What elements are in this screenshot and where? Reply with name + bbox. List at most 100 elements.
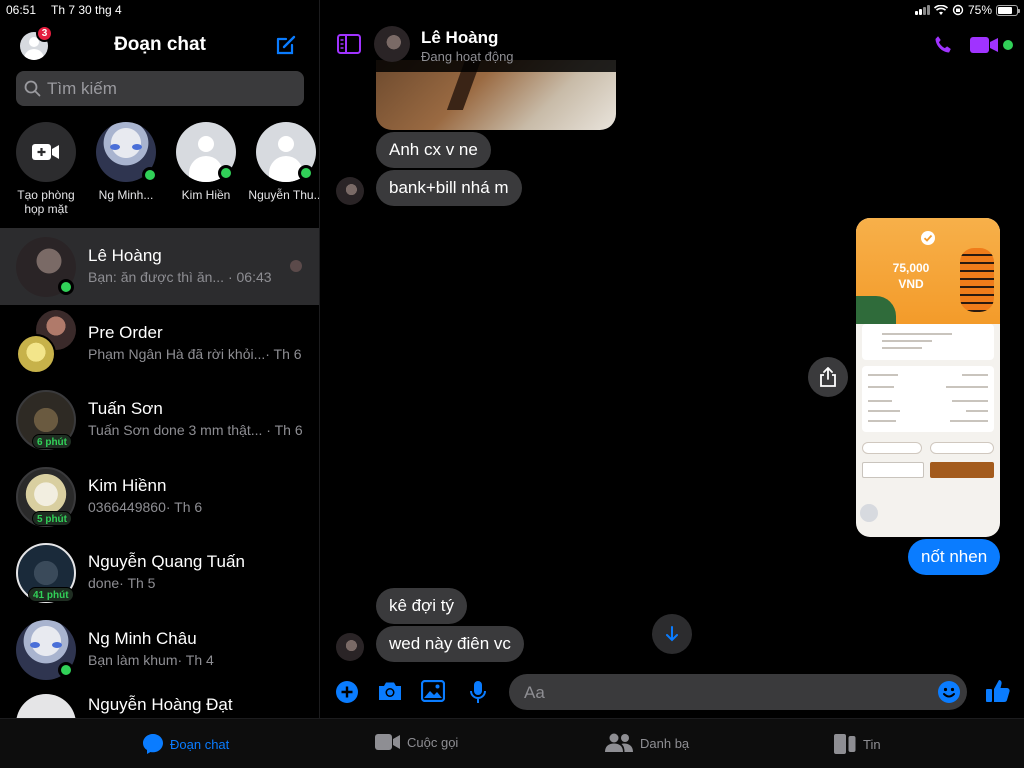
phone-call-icon[interactable]: [932, 34, 954, 56]
video-call-icon[interactable]: [970, 35, 1000, 55]
tab-calls[interactable]: Cuộc gọi: [375, 733, 458, 751]
signal-icon: [914, 5, 930, 15]
sidebar-toggle-icon[interactable]: [337, 34, 361, 54]
contact-status: Đang hoạt động: [421, 49, 514, 64]
message-composer: Aa: [321, 670, 1024, 716]
conversation-preview: Phạm Ngân Hà đã rời khỏi...· Th 6: [88, 345, 302, 362]
conversation-name: Lê Hoàng: [88, 246, 162, 265]
arrow-down-icon: [666, 626, 678, 642]
online-indicator: [142, 167, 158, 183]
online-indicator: [1003, 40, 1013, 50]
microphone-icon[interactable]: [469, 680, 487, 704]
status-bar: 06:51 Th 7 30 thg 4 75%: [0, 0, 1024, 20]
message-placeholder: Aa: [524, 683, 545, 702]
contact-avatar[interactable]: [374, 26, 410, 62]
receipt-save-recipient-button: [862, 442, 922, 454]
conversation-preview: done· Th 5: [88, 575, 156, 591]
status-time: 06:51: [6, 3, 37, 17]
chat-bubble-icon: [143, 734, 163, 754]
conversation-item[interactable]: Pre Order Phạm Ngân Hà đã rời khỏi...· T…: [0, 305, 319, 382]
chat-header: Lê Hoàng Đang hoạt động: [321, 20, 1024, 72]
story-label: Nguyễn Thu...: [248, 188, 320, 202]
conversation-name: Pre Order: [88, 322, 163, 342]
tab-label: Tin: [863, 736, 881, 752]
seen-avatar: [858, 502, 880, 524]
conversation-item[interactable]: Ng Minh Châu Bạn làm khum· Th 4: [0, 611, 319, 688]
incoming-message[interactable]: Anh cx v ne: [376, 132, 491, 168]
conversation-item[interactable]: Lê Hoàng Bạn: ăn được thì ăn... · 06:43: [0, 228, 319, 305]
group-avatar: [16, 333, 56, 374]
message-input[interactable]: Aa: [509, 674, 967, 710]
incoming-message[interactable]: bank+bill nhá m: [376, 170, 522, 206]
stories-icon: [834, 734, 856, 754]
status-indicators: 75%: [914, 3, 1020, 17]
share-button[interactable]: [808, 357, 848, 397]
active-time-badge: 5 phút: [32, 510, 72, 526]
incoming-message[interactable]: kê đợi tý: [376, 588, 468, 624]
tab-stories[interactable]: Tin: [833, 733, 881, 755]
emoji-icon[interactable]: [937, 680, 961, 704]
online-indicator: [218, 165, 234, 181]
plus-icon[interactable]: [335, 680, 359, 704]
receipt-currency: VND: [898, 277, 924, 291]
orientation-lock-icon: [952, 4, 964, 16]
receipt-save-template-button: [930, 442, 994, 454]
conversation-name: Nguyễn Hoàng Đạt: [88, 695, 233, 714]
story-create-room[interactable]: Tạo phòng họp mặt: [6, 122, 86, 216]
compose-icon[interactable]: [274, 33, 298, 57]
incoming-message[interactable]: wed này điên vc: [376, 626, 524, 662]
story-ng-minh[interactable]: Ng Minh...: [86, 122, 166, 202]
check-circle-icon: [921, 231, 935, 245]
tab-label: Đoạn chat: [170, 736, 230, 752]
conversation-item[interactable]: Nguyễn Hoàng Đạt: [0, 687, 319, 718]
gallery-icon[interactable]: [421, 680, 445, 702]
contact-name[interactable]: Lê Hoàng: [421, 28, 498, 48]
thumbs-up-icon[interactable]: [985, 678, 1011, 704]
receipt-details-card: [862, 366, 994, 432]
bank-receipt-image[interactable]: 75,000 VND: [856, 218, 1000, 537]
receipt-account-card: [862, 324, 994, 360]
tab-label: Cuộc gọi: [407, 734, 459, 750]
sender-avatar: [336, 177, 364, 205]
search-placeholder: Tìm kiếm: [47, 78, 117, 98]
receipt-amount-value: 75,000: [892, 261, 930, 275]
scroll-to-bottom-button[interactable]: [652, 614, 692, 654]
conversation-preview: 0366449860· Th 6: [88, 498, 203, 515]
sender-avatar: [336, 633, 364, 661]
status-date: Th 7 30 thg 4: [51, 3, 122, 17]
conversation-name: Nguyễn Quang Tuấn: [88, 552, 245, 571]
conversation-list: Lê Hoàng Bạn: ăn được thì ăn... · 06:43 …: [0, 228, 319, 718]
battery-icon: [996, 4, 1020, 16]
tab-contacts[interactable]: Danh bạ: [604, 733, 689, 753]
story-nguyen-thu[interactable]: Nguyễn Thu...: [246, 122, 320, 202]
receipt-home-button: [862, 462, 924, 478]
search-input[interactable]: Tìm kiếm: [16, 71, 304, 106]
battery-percent: 75%: [967, 3, 992, 17]
conversation-name: Kim Hiềnn: [88, 475, 167, 495]
active-stories-row: Tạo phòng họp mặt Ng Minh... Kim Hiền Ng…: [0, 122, 320, 222]
seen-avatar: [290, 260, 302, 272]
story-kim-hien[interactable]: Kim Hiền: [166, 122, 246, 202]
active-time-badge: 41 phút: [28, 587, 74, 602]
avatar: [96, 122, 158, 183]
conversation-item[interactable]: 41 phút Nguyễn Quang Tuấn done· Th 5: [0, 534, 319, 611]
story-label: Ng Minh...: [98, 188, 154, 202]
conversation-name: Ng Minh Châu: [88, 628, 197, 648]
conversation-item[interactable]: 6 phút Tuấn Sơn Tuấn Sơn done 3 mm thật.…: [0, 381, 319, 458]
leaf-illustration: [856, 296, 896, 324]
story-label: Tạo phòng họp mặt: [17, 188, 75, 216]
camera-icon[interactable]: [377, 680, 403, 702]
sidebar-header: 3 Đoạn chat: [0, 25, 319, 64]
outgoing-message[interactable]: nốt nhen: [908, 539, 1001, 575]
tab-chats[interactable]: Đoạn chat: [142, 733, 229, 755]
online-indicator: [58, 661, 74, 678]
receipt-amount: 75,000 VND: [856, 260, 966, 292]
conversation-preview: Bạn: ăn được thì ăn... · 06:43: [88, 269, 272, 285]
conversation-preview: Bạn làm khum· Th 4: [88, 651, 214, 668]
avatar: [16, 694, 76, 718]
share-icon: [820, 367, 836, 387]
video-camera-icon: [375, 734, 400, 750]
create-room-circle: [16, 122, 76, 182]
conversation-name: Tuấn Sơn: [88, 399, 163, 418]
conversation-item[interactable]: 5 phút Kim Hiềnn 0366449860· Th 6: [0, 458, 319, 535]
